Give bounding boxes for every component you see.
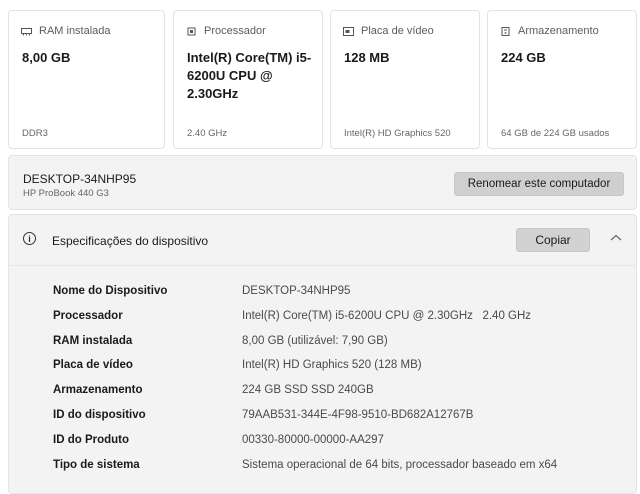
chevron-up-icon[interactable] [609,233,623,243]
spec-label: Processador [53,309,123,322]
spec-label: RAM instalada [53,334,133,347]
card-subtitle: Intel(R) HD Graphics 520 [344,128,451,139]
device-model: HP ProBook 440 G3 [23,188,109,199]
card-title: Placa de vídeo [361,25,434,37]
graphics-card: Placa de vídeo 128 MB Intel(R) HD Graphi… [330,10,480,149]
spec-value: Intel(R) HD Graphics 520 (128 MB) [242,359,422,372]
spec-label: Tipo de sistema [53,458,140,471]
storage-card: Armazenamento 224 GB 64 GB de 224 GB usa… [487,10,637,149]
spec-value: 224 GB SSD SSD 240GB [242,384,374,397]
info-icon: i [23,232,36,245]
card-subtitle: 2.40 GHz [187,128,228,139]
specs-header[interactable]: i Especificações do dispositivo Copiar [9,215,636,266]
specs-title: Especificações do dispositivo [52,234,209,248]
card-title: RAM instalada [39,25,111,37]
card-value: 8,00 GB [22,50,71,65]
copy-button[interactable]: Copiar [516,228,590,252]
spec-label: Placa de vídeo [53,359,133,372]
spec-label: ID do Produto [53,433,130,446]
card-subtitle: DDR3 [22,128,48,139]
spec-value: 79AAB531-344E-4F98-9510-BD682A12767B [242,408,474,421]
spec-value: DESKTOP-34NHP95 [242,285,351,297]
card-title: Processador [204,25,266,37]
ram-card: RAM instalada 8,00 GB DDR3 [8,10,165,149]
ram-icon [21,27,32,35]
spec-value: Sistema operacional de 64 bits, processa… [242,458,558,471]
spec-label: Nome do Dispositivo [53,285,168,297]
storage-icon [501,26,510,36]
graphics-card-icon [343,26,354,36]
card-value: 128 MB [344,50,390,65]
card-title: Armazenamento [518,25,599,37]
spec-label: Armazenamento [53,384,143,397]
card-value: Intel(R) Core(TM) i5-6200U CPU @ 2.30GHz [187,50,312,101]
device-name-bar: DESKTOP-34NHP95 HP ProBook 440 G3 Renome… [8,155,637,210]
spec-label: ID do dispositivo [53,408,146,421]
device-name: DESKTOP-34NHP95 [23,172,137,186]
processor-card: Processador Intel(R) Core(TM) i5-6200U C… [173,10,323,149]
spec-value: 00330-80000-00000-AA297 [242,433,384,446]
rename-computer-button[interactable]: Renomear este computador [454,172,624,196]
processor-icon [187,27,196,35]
card-value: 224 GB [501,50,546,65]
spec-value: Intel(R) Core(TM) i5-6200U CPU @ 2.30GHz… [242,309,532,322]
spec-value: 8,00 GB (utilizável: 7,90 GB) [242,334,388,347]
device-specifications-panel: i Especificações do dispositivo Copiar N… [8,214,637,494]
card-subtitle: 64 GB de 224 GB usados [501,128,610,139]
